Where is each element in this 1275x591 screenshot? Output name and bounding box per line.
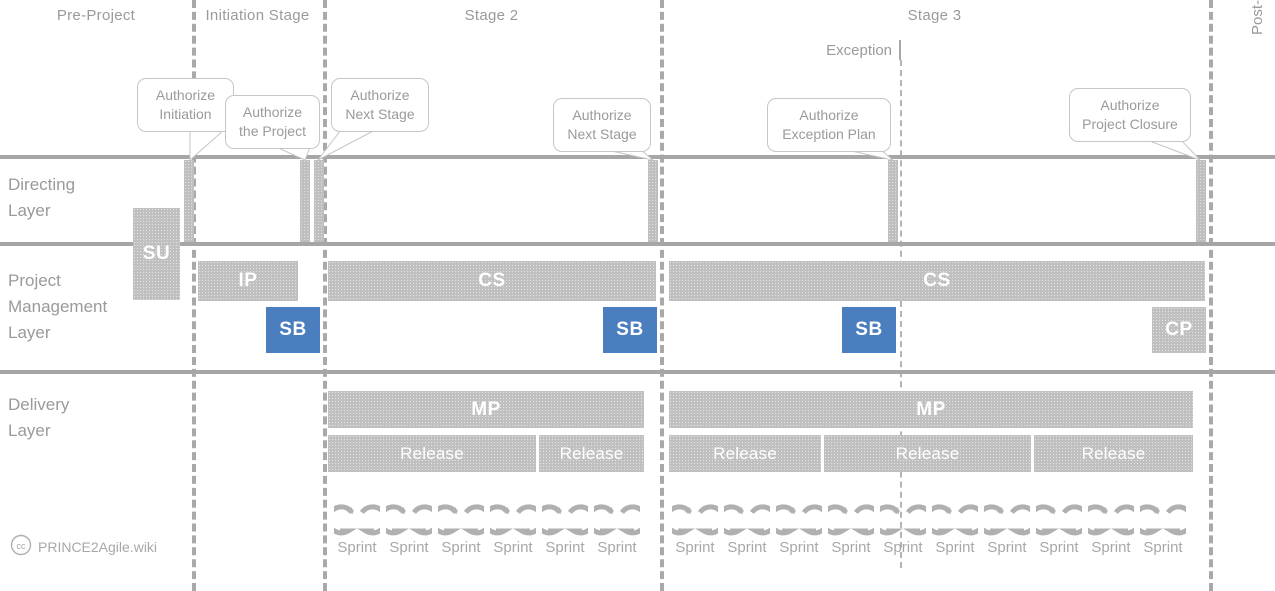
sprint-stage3-5: Sprint [875,497,931,556]
sprint-loop-icon [823,497,879,539]
sprint-stage2-3: Sprint [433,497,489,556]
sprint-loop-icon [381,497,437,539]
sprint-loop-icon [1031,497,1087,539]
callout-authorize-exception-plan: Authorize Exception Plan [767,98,891,152]
directing-bar-4 [648,160,658,242]
sprint-loop-icon [1083,497,1139,539]
sprint-label: Sprint [1091,539,1131,556]
sprint-stage2-5: Sprint [537,497,593,556]
sprint-stage3-1: Sprint [667,497,723,556]
stage-label-stage-3: Stage 3 [907,7,962,24]
sprint-stage3-10: Sprint [1135,497,1191,556]
callout-authorize-next-stage: Authorize Next Stage [331,78,429,132]
process-box-cs-3: CS [669,261,1205,301]
lane-rule-delivery-top [0,370,1275,374]
sprint-loop-icon [927,497,983,539]
sprint-label: Sprint [779,539,819,556]
process-box-release-2: Release [539,435,644,472]
process-box-release-4: Release [824,435,1031,472]
process-box-su: SU [133,208,180,300]
exception-tick [899,40,901,60]
sprint-loop-icon [1135,497,1191,539]
stage-label-stage-2: Stage 2 [464,7,519,24]
sprint-label: Sprint [493,539,533,556]
sprint-label: Sprint [597,539,637,556]
stage-divider-stage-3 [660,0,664,591]
stage-divider-stage-2 [323,0,327,591]
sprint-label: Sprint [337,539,377,556]
sprint-label: Sprint [675,539,715,556]
stage-label-post-project: Post-Project [1249,0,1266,35]
exception-label: Exception [826,42,892,59]
sprint-label: Sprint [935,539,975,556]
credit-line: cc PRINCE2Agile.wiki [10,534,157,559]
sprint-loop-icon [589,497,645,539]
sprint-loop-icon [329,497,385,539]
stage-divider-post-project [1209,0,1213,591]
sprint-label: Sprint [727,539,767,556]
credit-text: PRINCE2Agile.wiki [38,538,158,555]
process-box-sb-2: SB [603,307,657,353]
sprint-stage3-6: Sprint [927,497,983,556]
prince2-agile-lifecycle-diagram: Exception Pre-Project Initiation Stage Sta… [0,0,1275,591]
sprint-label: Sprint [1039,539,1079,556]
sprint-stage2-2: Sprint [381,497,437,556]
sprint-stage3-9: Sprint [1083,497,1139,556]
callout-authorize-project-closure: Authorize Project Closure [1069,88,1191,142]
sprint-stage3-4: Sprint [823,497,879,556]
sprint-loop-icon [771,497,827,539]
process-box-sb-3: SB [842,307,896,353]
sprint-label: Sprint [389,539,429,556]
directing-bar-2 [300,160,310,242]
sprint-label: Sprint [441,539,481,556]
process-box-cs-2: CS [328,261,656,301]
sprint-stage3-8: Sprint [1031,497,1087,556]
sprint-loop-icon [433,497,489,539]
process-box-mp-3: MP [669,391,1193,428]
sprint-label: Sprint [1143,539,1183,556]
directing-bar-5 [888,160,898,242]
sprint-loop-icon [875,497,931,539]
process-box-release-5: Release [1034,435,1193,472]
layer-title-project-management-layer: Project Management Layer [8,271,108,342]
lane-rule-directing-bottom [0,242,1275,246]
sprint-stage2-6: Sprint [589,497,645,556]
sprint-label: Sprint [987,539,1027,556]
sprint-label: Sprint [545,539,585,556]
stage-label-initiation-stage: Initiation Stage [205,7,310,24]
process-box-sb-1: SB [266,307,320,353]
sprint-stage3-7: Sprint [979,497,1035,556]
creative-commons-icon: cc [10,534,32,559]
sprint-stage3-3: Sprint [771,497,827,556]
sprint-stage3-2: Sprint [719,497,775,556]
sprint-loop-icon [667,497,723,539]
svg-text:cc: cc [17,541,27,551]
sprint-stage2-1: Sprint [329,497,385,556]
sprint-loop-icon [979,497,1035,539]
sprint-loop-icon [485,497,541,539]
sprint-loop-icon [719,497,775,539]
directing-bar-3 [314,160,324,242]
process-box-release-1: Release [328,435,536,472]
layer-title-delivery-layer: Delivery Layer [8,395,70,440]
layer-title-directing-layer: Directing Layer [8,175,76,220]
sprint-loop-icon [537,497,593,539]
directing-bar-6 [1196,160,1206,242]
sprint-stage2-4: Sprint [485,497,541,556]
process-box-ip: IP [198,261,298,301]
callout-authorize-the-project: Authorize the Project [225,95,320,149]
callout-authorize-next-stage: Authorize Next Stage [553,98,651,152]
callout-authorize-initiation: Authorize Initiation [137,78,234,132]
process-box-mp-2: MP [328,391,644,428]
exception-dashdot-line [900,60,902,568]
process-box-release-3: Release [669,435,821,472]
sprint-label: Sprint [883,539,923,556]
directing-bar-1 [184,160,194,242]
sprint-label: Sprint [831,539,871,556]
stage-label-pre-project: Pre-Project [56,7,136,24]
process-box-cp: CP [1152,307,1206,353]
